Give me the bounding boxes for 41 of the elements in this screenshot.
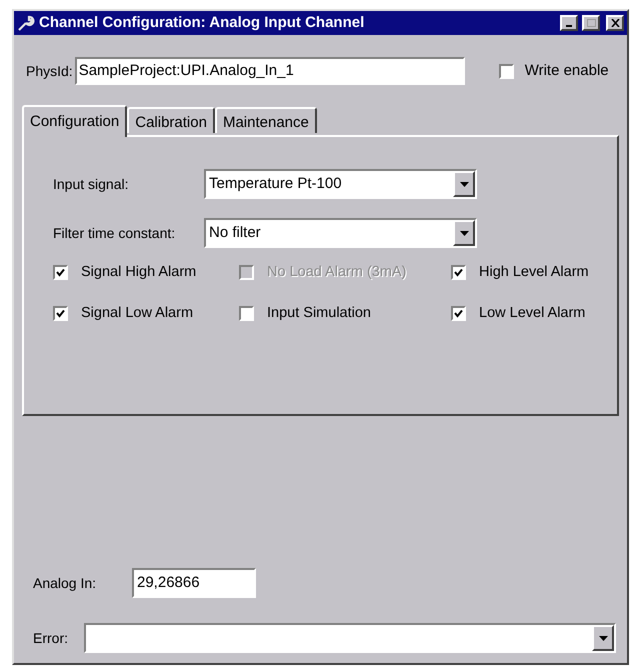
dropdown-button[interactable]	[592, 625, 614, 651]
checkbox[interactable]	[239, 306, 254, 322]
tab[interactable]: Maintenance	[214, 107, 317, 133]
tab[interactable]: Calibration	[127, 107, 215, 133]
maximize-icon	[586, 19, 596, 27]
checkbox-label: Signal High Alarm	[81, 263, 196, 282]
checkbox-label: No Load Alarm (3mA)	[267, 263, 406, 282]
tab[interactable]: Configuration	[22, 105, 128, 137]
input-signal-dropdown[interactable]: Temperature Pt-100	[204, 169, 477, 199]
dropdown-value: Temperature Pt-100	[208, 174, 343, 194]
checkbox-label: Input Simulation	[267, 304, 371, 323]
minimize-button[interactable]	[560, 15, 578, 31]
window-title: Channel Configuration: Analog Input Channel	[39, 12, 366, 33]
maximize-button[interactable]	[582, 15, 600, 31]
filter-label: Filter time constant:	[53, 224, 176, 242]
checkbox[interactable]	[53, 306, 68, 322]
physid-field[interactable]: SampleProject:UPI.Analog_In_1	[74, 57, 465, 85]
checkbox[interactable]	[498, 64, 514, 78]
checkbox[interactable]	[451, 306, 466, 322]
analog-in-label: Analog In:	[33, 574, 98, 593]
checkbox[interactable]	[451, 265, 466, 280]
analog-in-field[interactable]: 29,26866	[132, 568, 256, 598]
checkbox[interactable]	[53, 265, 68, 280]
checkbox-label: High Level Alarm	[479, 263, 589, 282]
filter-dropdown[interactable]: No filter	[204, 218, 477, 248]
error-label: Error:	[33, 628, 69, 648]
caret-icon	[460, 230, 468, 236]
close-icon	[610, 19, 620, 27]
dropdown-button[interactable]	[453, 171, 475, 197]
input-signal-label: Input signal:	[53, 174, 130, 194]
dropdown-button[interactable]	[453, 220, 475, 246]
dropdown-value: No filter	[208, 222, 262, 243]
checkbox-label: Write enable	[524, 60, 609, 81]
caret-icon	[460, 182, 468, 186]
error-dropdown[interactable]	[84, 623, 616, 653]
close-button[interactable]	[606, 15, 624, 31]
checkbox-label: Signal Low Alarm	[81, 304, 194, 323]
physid-label: PhysId:	[26, 62, 73, 81]
caret-icon	[598, 636, 608, 640]
wrench-icon	[17, 14, 35, 32]
checkbox-label: Low Level Alarm	[479, 304, 586, 323]
